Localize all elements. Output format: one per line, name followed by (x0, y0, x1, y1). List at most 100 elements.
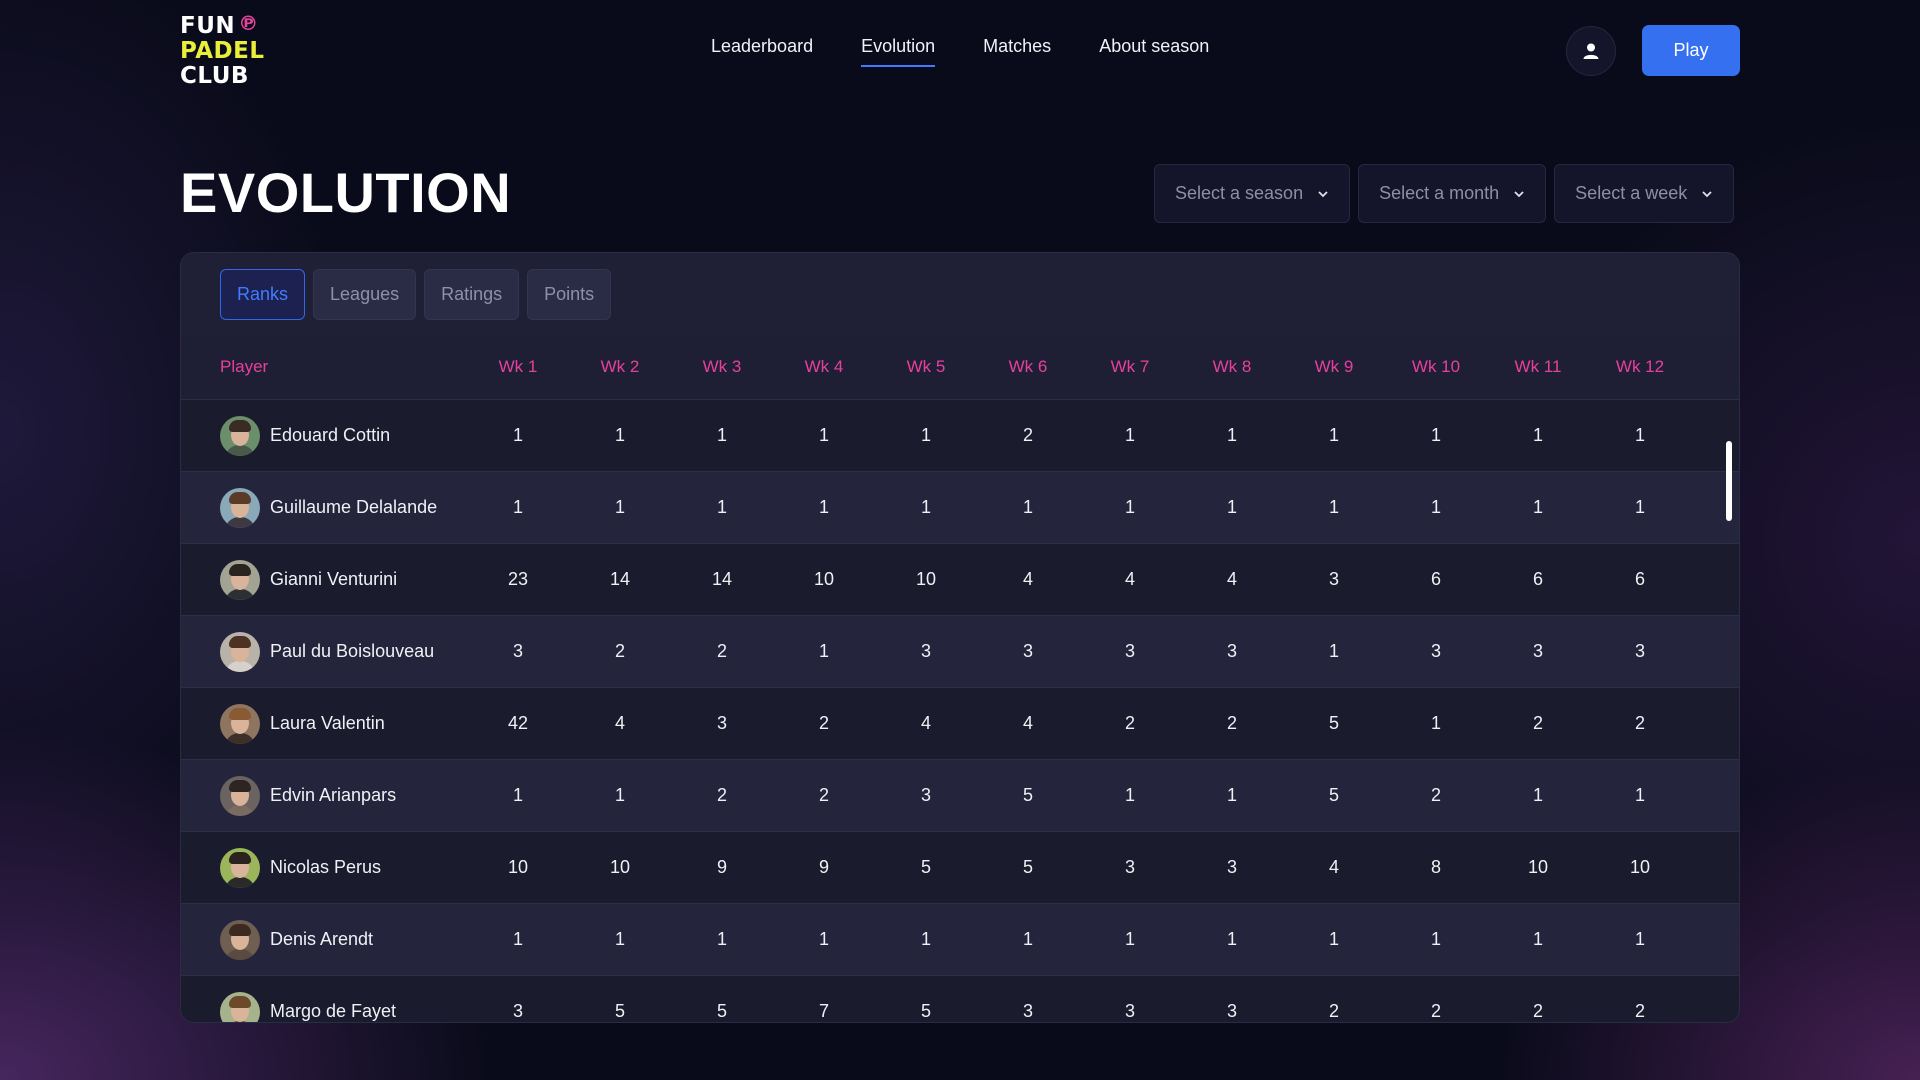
rank-cell-week-11: 1 (1532, 497, 1543, 517)
avatar (220, 559, 260, 600)
rank-cell-week-5: 3 (920, 641, 931, 661)
player-cell[interactable]: Nicolas Perus (181, 847, 461, 888)
rank-cell-week-7: 3 (1124, 1001, 1135, 1021)
rank-cell-week-10: 1 (1430, 929, 1441, 949)
rank-cell-week-8: 3 (1226, 857, 1237, 877)
rank-cell-week-9: 1 (1328, 929, 1339, 949)
rank-cell-week-12: 1 (1634, 425, 1645, 445)
rank-cell-week-4: 1 (818, 929, 829, 949)
tab-points[interactable]: Points (527, 268, 612, 320)
rank-cell-week-8: 1 (1226, 929, 1237, 949)
avatar (220, 991, 260, 1022)
column-header-week-4[interactable]: Wk 4 (773, 357, 875, 377)
nav-evolution[interactable]: Evolution (861, 36, 936, 67)
rank-cell-week-2: 2 (614, 641, 625, 661)
column-header-week-5[interactable]: Wk 5 (875, 357, 977, 377)
rank-cell-week-10: 1 (1430, 497, 1441, 517)
rank-cell-week-12: 1 (1634, 497, 1645, 517)
rank-cell-week-8: 1 (1226, 785, 1237, 805)
table-row[interactable]: Guillaume Delalande 1 1 1 1 1 1 1 1 1 1 1 1 (181, 471, 1739, 543)
play-button[interactable]: Play (1642, 25, 1740, 76)
column-header-week-6[interactable]: Wk 6 (977, 357, 1079, 377)
player-cell[interactable]: Gianni Venturini (181, 559, 461, 600)
rank-cell-week-9: 1 (1328, 641, 1339, 661)
rank-cell-week-9: 2 (1328, 1001, 1339, 1021)
avatar-part (229, 635, 251, 648)
column-header-week-3[interactable]: Wk 3 (671, 357, 773, 377)
player-name: Edvin Arianpars (270, 785, 397, 805)
player-cell[interactable]: Edvin Arianpars (181, 775, 461, 816)
table-row[interactable]: Paul du Boislouveau 3 2 2 1 3 3 3 3 1 3 3 3 (181, 615, 1739, 687)
avatar (220, 703, 260, 744)
season-select[interactable]: Select a season (1154, 164, 1351, 223)
tab-bar: Ranks Leagues Ratings Points (181, 253, 1739, 335)
nav-matches[interactable]: Matches (983, 36, 1051, 67)
rank-cell-week-10: 8 (1430, 857, 1441, 877)
rank-cell-week-1: 1 (512, 425, 523, 445)
player-cell[interactable]: Edouard Cottin (181, 415, 461, 456)
nav-about-season[interactable]: About season (1099, 36, 1209, 67)
logo-line-fun: FUN (180, 13, 236, 39)
rank-cell-week-4: 1 (818, 641, 829, 661)
player-name: Denis Arendt (270, 929, 374, 949)
column-header-player[interactable]: Player (181, 357, 461, 377)
rank-cell-week-8: 2 (1226, 713, 1237, 733)
avatar (220, 415, 260, 456)
rank-cell-week-6: 5 (1022, 785, 1033, 805)
rank-cell-week-6: 5 (1022, 857, 1033, 877)
rank-cell-week-8: 1 (1226, 425, 1237, 445)
rank-cell-week-11: 1 (1532, 425, 1543, 445)
table-row[interactable]: Margo de Fayet 3 5 5 7 5 3 3 3 2 2 2 2 (181, 975, 1739, 1022)
tab-ratings[interactable]: Ratings (424, 268, 520, 320)
rank-cell-week-8: 3 (1226, 1001, 1237, 1021)
avatar-part (229, 995, 251, 1008)
rank-cell-week-3: 3 (716, 713, 727, 733)
column-header-week-8[interactable]: Wk 8 (1181, 357, 1283, 377)
table-row[interactable]: Denis Arendt 1 1 1 1 1 1 1 1 1 1 1 1 (181, 903, 1739, 975)
player-cell[interactable]: Guillaume Delalande (181, 487, 461, 528)
rank-cell-week-7: 1 (1124, 929, 1135, 949)
rank-cell-week-12: 6 (1634, 569, 1645, 589)
tab-ranks[interactable]: Ranks (220, 268, 306, 320)
rank-cell-week-1: 3 (512, 1001, 523, 1021)
player-cell[interactable]: Margo de Fayet (181, 991, 461, 1022)
rank-cell-week-7: 3 (1124, 857, 1135, 877)
player-cell[interactable]: Laura Valentin (181, 703, 461, 744)
rank-cell-week-6: 2 (1022, 425, 1033, 445)
column-header-week-12[interactable]: Wk 12 (1589, 357, 1691, 377)
table-row[interactable]: Gianni Venturini 23 14 14 10 10 4 4 4 3 6 6 6 (181, 543, 1739, 615)
table-row[interactable]: Edouard Cottin 1 1 1 1 1 2 1 1 1 1 1 1 (181, 399, 1739, 471)
player-cell[interactable]: Paul du Boislouveau (181, 631, 461, 672)
table-row[interactable]: Edvin Arianpars 1 1 2 2 3 5 1 1 5 2 1 1 (181, 759, 1739, 831)
player-cell[interactable]: Denis Arendt (181, 919, 461, 960)
chevron-down-icon (1702, 190, 1712, 197)
week-select-label: Select a week (1575, 183, 1688, 203)
chevron-down-icon (1318, 190, 1328, 197)
tab-leagues[interactable]: Leagues (313, 268, 417, 320)
rank-cell-week-4: 7 (818, 1001, 829, 1021)
player-name: Margo de Fayet (270, 1001, 397, 1021)
table-row[interactable]: Nicolas Perus 10 10 9 9 5 5 3 3 4 8 10 10 (181, 831, 1739, 903)
user-account-button[interactable] (1566, 26, 1616, 76)
table-scrollbar[interactable] (1726, 441, 1732, 521)
column-header-week-10[interactable]: Wk 10 (1385, 357, 1487, 377)
column-header-week-11[interactable]: Wk 11 (1487, 357, 1589, 377)
table-row[interactable]: Laura Valentin 42 4 3 2 4 4 2 2 5 1 2 2 (181, 687, 1739, 759)
rank-cell-week-4: 1 (818, 497, 829, 517)
rank-cell-week-9: 4 (1328, 857, 1339, 877)
rank-cell-week-10: 1 (1430, 425, 1441, 445)
column-header-week-2[interactable]: Wk 2 (569, 357, 671, 377)
nav-leaderboard[interactable]: Leaderboard (711, 36, 813, 67)
rank-cell-week-3: 9 (716, 857, 727, 877)
column-header-week-1[interactable]: Wk 1 (467, 357, 569, 377)
week-select[interactable]: Select a week (1554, 164, 1735, 223)
rank-cell-week-6: 3 (1022, 641, 1033, 661)
avatar-part (225, 948, 255, 960)
month-select[interactable]: Select a month (1358, 164, 1547, 223)
column-header-week-9[interactable]: Wk 9 (1283, 357, 1385, 377)
avatar-part (229, 851, 251, 864)
rank-cell-week-4: 2 (818, 713, 829, 733)
rank-cell-week-7: 1 (1124, 497, 1135, 517)
column-header-week-7[interactable]: Wk 7 (1079, 357, 1181, 377)
logo[interactable]: FUN ℗ PADEL CLUB (180, 11, 265, 89)
